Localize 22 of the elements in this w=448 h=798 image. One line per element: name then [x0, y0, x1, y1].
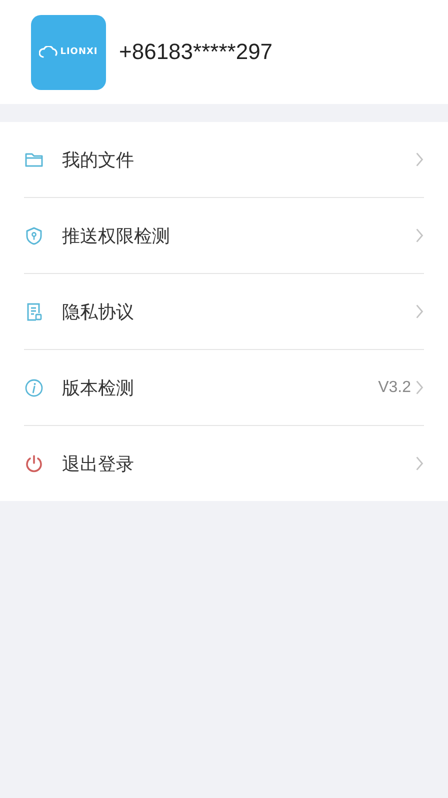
menu-label: 隐私协议 — [62, 300, 135, 324]
menu-item[interactable]: 推送权限检测 — [24, 198, 424, 274]
power-icon — [24, 454, 44, 474]
menu-item[interactable]: 版本检测 V3.2 — [24, 350, 424, 426]
chevron-icon — [415, 228, 424, 243]
menu-label: 退出登录 — [62, 452, 135, 476]
info-icon — [24, 378, 44, 398]
menu-label: 推送权限检测 — [62, 224, 171, 248]
menu-label: 我的文件 — [62, 148, 135, 172]
shield-icon — [24, 226, 44, 246]
menu-item[interactable]: 退出登录 — [24, 426, 424, 501]
phone-number: +86183*****297 — [119, 39, 273, 65]
menu-item[interactable]: 我的文件 — [24, 122, 424, 198]
menu-item[interactable]: 隐私协议 — [24, 274, 424, 350]
logo-text: LIONXI — [60, 47, 98, 57]
cloud-icon — [39, 46, 60, 58]
menu-label: 版本检测 — [62, 376, 135, 400]
chevron-icon — [415, 152, 424, 167]
version-text: V3.2 — [378, 378, 411, 396]
chevron-icon — [415, 304, 424, 319]
chevron-icon — [415, 380, 424, 395]
chevron-icon — [415, 456, 424, 471]
